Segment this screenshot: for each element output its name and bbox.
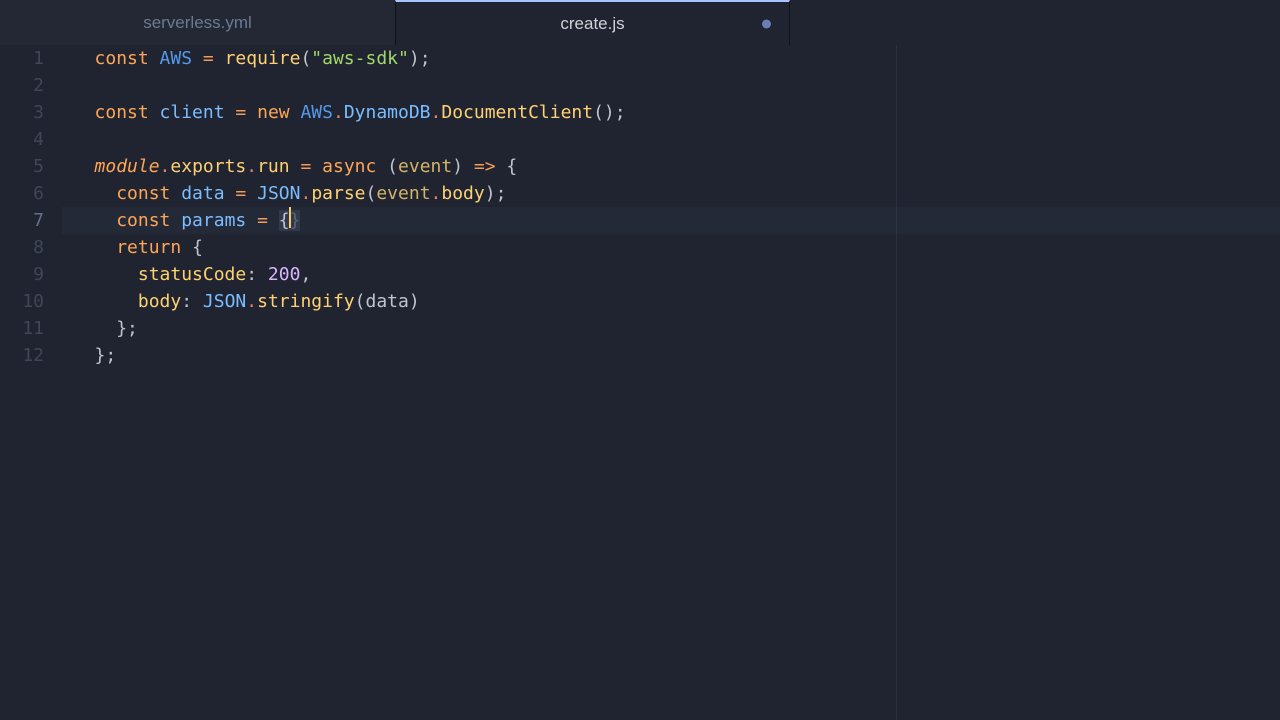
code-line: const AWS = require("aws-sdk"); — [62, 45, 1280, 72]
code-line: }; — [62, 315, 1280, 342]
code-line: body: JSON.stringify(data) — [62, 288, 1280, 315]
code-editor[interactable]: 1 2 3 4 5 6 7 8 9 10 11 12 const AWS = r… — [0, 45, 1280, 720]
line-number: 1 — [0, 45, 62, 72]
line-number-gutter: 1 2 3 4 5 6 7 8 9 10 11 12 — [0, 45, 62, 720]
code-line: }; — [62, 342, 1280, 369]
line-number: 3 — [0, 99, 62, 126]
code-area[interactable]: const AWS = require("aws-sdk"); const cl… — [62, 45, 1280, 720]
tab-label: serverless.yml — [143, 13, 252, 33]
line-number: 6 — [0, 180, 62, 207]
line-number: 9 — [0, 261, 62, 288]
line-number: 10 — [0, 288, 62, 315]
code-line: const params = {} — [62, 207, 1280, 234]
code-line: const data = JSON.parse(event.body); — [62, 180, 1280, 207]
code-line: statusCode: 200, — [62, 261, 1280, 288]
line-number: 2 — [0, 72, 62, 99]
tab-label: create.js — [560, 14, 624, 34]
tab-create-js[interactable]: create.js — [395, 0, 790, 45]
tab-serverless[interactable]: serverless.yml — [0, 0, 395, 45]
code-line: const client = new AWS.DynamoDB.Document… — [62, 99, 1280, 126]
line-number: 5 — [0, 153, 62, 180]
code-line: return { — [62, 234, 1280, 261]
code-line — [62, 72, 1280, 99]
line-number: 4 — [0, 126, 62, 153]
line-number: 11 — [0, 315, 62, 342]
line-number: 8 — [0, 234, 62, 261]
code-line — [62, 126, 1280, 153]
tab-bar: serverless.yml create.js — [0, 0, 1280, 45]
line-number: 7 — [0, 207, 62, 234]
code-line: module.exports.run = async (event) => { — [62, 153, 1280, 180]
line-number: 12 — [0, 342, 62, 369]
dirty-indicator-icon — [762, 19, 771, 28]
